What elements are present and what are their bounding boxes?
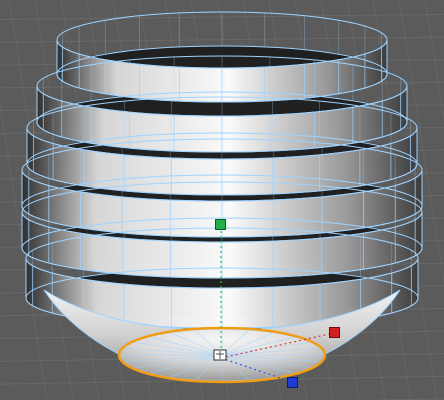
3d-viewport[interactable]	[0, 0, 444, 400]
gizmo-x-handle-icon[interactable]	[329, 327, 340, 338]
viewport-canvas[interactable]	[0, 0, 444, 400]
gizmo-z-handle-icon[interactable]	[287, 377, 298, 388]
gizmo-y-handle-icon[interactable]	[215, 219, 226, 230]
mesh-object[interactable]	[21, 11, 423, 383]
